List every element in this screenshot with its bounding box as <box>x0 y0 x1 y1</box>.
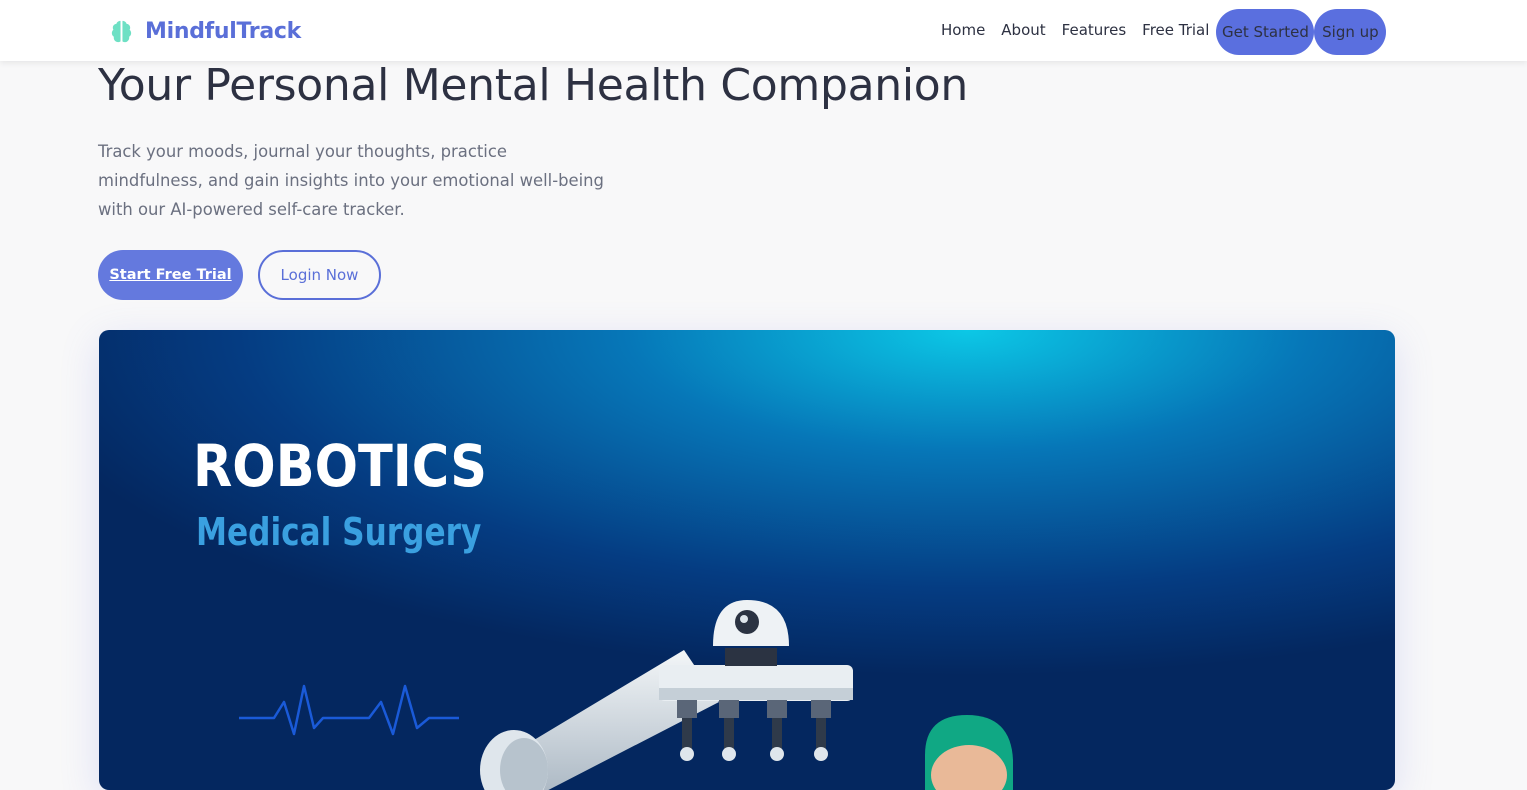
brand-name: MindfulTrack <box>145 18 301 44</box>
brain-icon <box>111 20 132 42</box>
hero-image: ROBOTICS Medical Surgery <box>99 330 1395 790</box>
nav-links: Home About Features Free Trial Get Start… <box>941 0 1387 61</box>
robotics-illustration <box>99 330 1395 790</box>
start-free-trial-button[interactable]: Start Free Trial <box>98 250 243 300</box>
nav-link-free-trial[interactable]: Free Trial <box>1142 20 1209 40</box>
nav-link-about[interactable]: About <box>1001 20 1045 40</box>
get-started-button[interactable]: Get Started <box>1216 8 1315 55</box>
login-now-button[interactable]: Login Now <box>258 250 381 300</box>
hero-title: Your Personal Mental Health Companion <box>98 60 968 111</box>
navbar: MindfulTrack Home About Features Free Tr… <box>0 0 1527 61</box>
hero-subtitle: Track your moods, journal your thoughts,… <box>98 142 604 219</box>
nav-link-home[interactable]: Home <box>941 20 985 40</box>
nav-link-features[interactable]: Features <box>1062 20 1127 40</box>
signup-button[interactable]: Sign up <box>1314 8 1387 55</box>
surgeon-figure <box>925 715 1013 790</box>
illustration-title: ROBOTICS <box>193 432 487 500</box>
logo[interactable]: MindfulTrack <box>108 16 301 46</box>
illustration-subtitle: Medical Surgery <box>196 510 482 554</box>
